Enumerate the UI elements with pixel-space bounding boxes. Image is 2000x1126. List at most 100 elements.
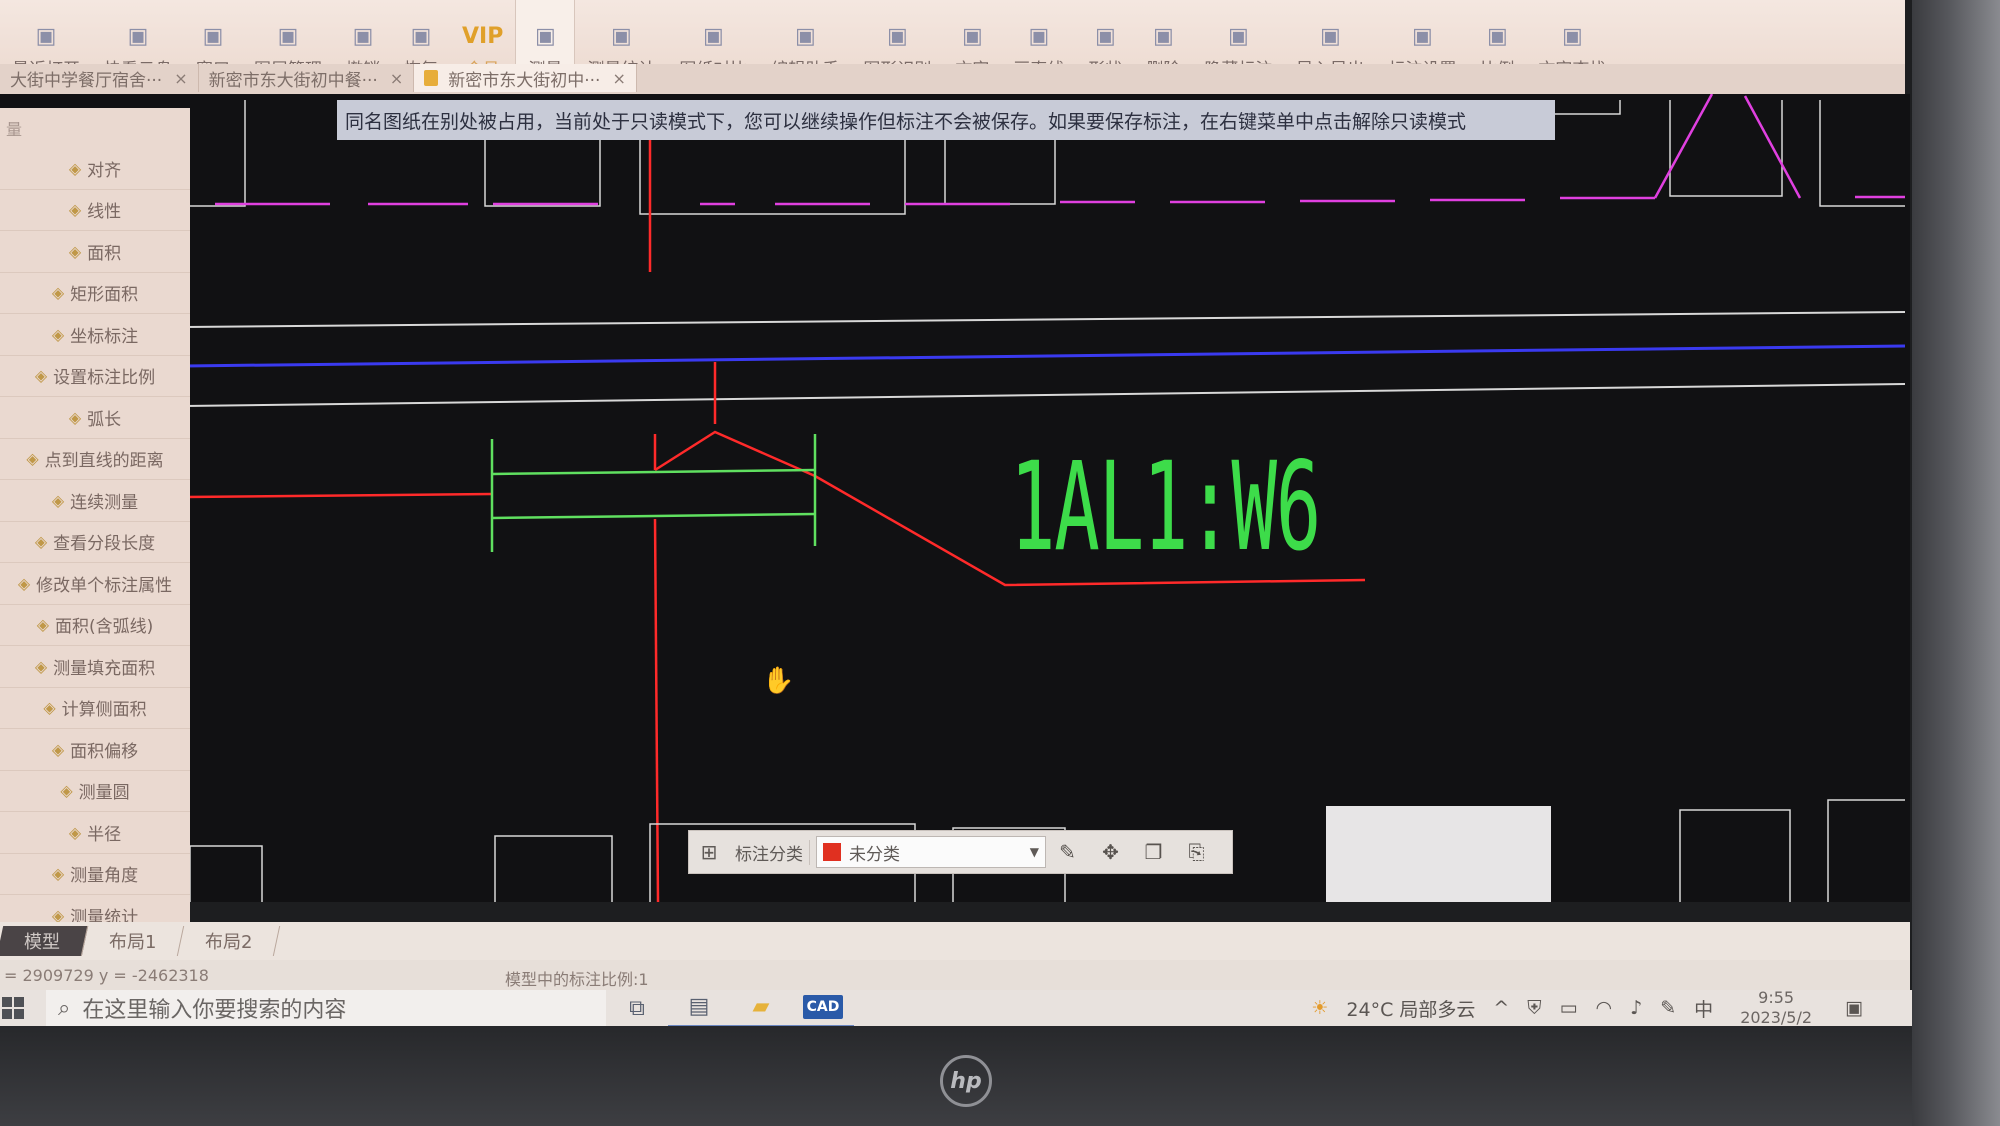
panel-item[interactable]: ◈ 线性 [0, 190, 190, 231]
document-tab[interactable]: 大街中学餐厅宿舍··· × [0, 64, 199, 92]
category-value: 未分类 [849, 844, 900, 865]
panel-item[interactable]: ◈ 修改单个标注属性 [0, 563, 190, 605]
wifi-icon[interactable]: ◠ [1596, 997, 1613, 1019]
panel-item[interactable]: ◈ 连续测量 [0, 480, 190, 522]
layout-tab[interactable]: 布局2 [178, 926, 282, 956]
red-pipe-left [184, 492, 493, 499]
panel-item[interactable]: ◈ 设置标注比例 [0, 356, 190, 397]
file-explorer-icon[interactable]: ▰ [730, 989, 792, 1026]
task-view-icon[interactable]: ⧉ [606, 990, 668, 1026]
layout-tab-label: 布局1 [109, 932, 157, 953]
clock[interactable]: 9:55 2023/5/2 [1740, 988, 1812, 1026]
panel-item[interactable]: ◈ 矩形面积 [0, 273, 190, 314]
panel-item[interactable]: ◈ 查看分段长度 [0, 522, 190, 563]
grid-icon[interactable]: ⊞ [689, 840, 729, 864]
annotation-category-label: 标注分类 [729, 839, 810, 865]
shape-icon: ▣ [1094, 24, 1116, 49]
panel-item-label: 面积 [87, 243, 122, 264]
close-icon[interactable]: × [390, 69, 403, 88]
annotation-category-bar: ⊞ 标注分类 未分类 ▼ ✎ ✥ ❐ ⎘ [688, 830, 1233, 874]
wall-line-lower [184, 383, 1906, 407]
chevron-up-icon[interactable]: ^ [1493, 997, 1509, 1019]
close-icon[interactable]: × [174, 69, 187, 88]
measure-tool-icon: ◈ [51, 490, 65, 510]
paste-icon[interactable]: ⎘ [1175, 840, 1218, 864]
measure-tool-icon: ◈ [68, 200, 82, 220]
panel-item[interactable]: ◈ 测量圆 [0, 771, 190, 812]
panel-item-label: 测量角度 [70, 866, 139, 887]
panel-item-label: 面积(含弧线) [55, 617, 154, 638]
panel-item-label: 测量填充面积 [53, 658, 156, 679]
edit-assist-icon: ▣ [794, 24, 816, 49]
cad-app-icon[interactable]: CAD [792, 989, 854, 1026]
document-tab[interactable]: 新密市东大街初中··· × [414, 64, 637, 92]
layout-tab-label: 模型 [24, 932, 60, 953]
clock-icon: ▣ [35, 24, 57, 49]
copy-icon[interactable]: ❐ [1132, 840, 1175, 864]
annotation-settings-icon: ▣ [1411, 24, 1433, 49]
panel-header: 量 [6, 120, 23, 139]
document-tab[interactable]: 新密市东大街初中餐··· × [199, 64, 415, 92]
find-text-icon: ▣ [1561, 24, 1583, 49]
panel-item-label: 线性 [87, 202, 122, 223]
panel-item-label: 面积偏移 [70, 741, 139, 762]
layout-tab[interactable]: 模型 [0, 926, 89, 956]
panel-item-label: 查看分段长度 [53, 534, 156, 555]
shape-recognition-icon: ▣ [886, 24, 908, 49]
panel-item[interactable]: ◈ 面积(含弧线) [0, 605, 190, 646]
drawing-canvas[interactable]: 1AL1:W6 ✋ [0, 94, 1910, 902]
category-select[interactable]: 未分类 ▼ [816, 836, 1046, 868]
panel-item[interactable]: ◈ 点到直线的距离 [0, 439, 190, 480]
measure-tool-icon: ◈ [60, 781, 73, 801]
notification-icon[interactable]: ▣ [1845, 997, 1863, 1019]
monitor-bezel-right [1912, 0, 2000, 1126]
taskbar-search[interactable]: ⌕ 在这里输入你要搜索的内容 [46, 990, 606, 1026]
text-icon: ▣ [961, 24, 983, 49]
move-icon[interactable]: ✥ [1089, 840, 1132, 864]
panel-item[interactable]: ◈ 半径 [0, 812, 190, 854]
search-placeholder: 在这里输入你要搜索的内容 [82, 998, 347, 1023]
hand-cursor-icon: ✋ [762, 666, 795, 696]
panel-item-label: 修改单个标注属性 [36, 575, 173, 596]
panel-item[interactable]: ◈ 计算侧面积 [0, 688, 190, 729]
panel-item[interactable]: ◈ 测量角度 [0, 854, 190, 895]
clock-time: 9:55 [1758, 988, 1795, 1007]
shield-icon[interactable]: ⛨ [1527, 997, 1541, 1019]
weather-icon: ☀ [1311, 997, 1329, 1019]
pen-icon[interactable]: ✎ [1660, 997, 1676, 1019]
cad-drawing [180, 94, 1906, 902]
measure-tool-icon: ◈ [51, 739, 65, 759]
measure-tool-icon: ◈ [68, 407, 82, 427]
tab-label: 新密市东大街初中餐··· [208, 70, 378, 91]
category-color-swatch [823, 843, 841, 861]
panel-item-label: 计算侧面积 [61, 700, 147, 721]
panel-item[interactable]: ◈ 测量填充面积 [0, 646, 190, 688]
windows-start-icon[interactable] [2, 997, 24, 1019]
lock-icon [424, 70, 439, 86]
panel-item[interactable]: ◈ 面积 [0, 231, 190, 273]
white-block [1326, 806, 1551, 902]
weather-text[interactable]: 24°C 局部多云 [1346, 995, 1475, 1022]
hp-logo-icon: hp [940, 1055, 992, 1107]
measure-tool-icon: ◈ [68, 241, 82, 261]
battery-icon[interactable]: ▭ [1560, 997, 1578, 1019]
system-tray: ☀ 24°C 局部多云 ^ ⛨ ▭ ◠ ♪ ✎ 中 9:55 2023/5/2 … [1302, 988, 1872, 1026]
wall-line-upper [184, 311, 1906, 328]
import-export-icon: ▣ [1319, 24, 1341, 49]
panel-item[interactable]: ◈ 面积偏移 [0, 729, 190, 771]
panel-item[interactable]: ◈ 对齐 [0, 148, 190, 190]
ime-indicator[interactable]: 中 [1694, 995, 1713, 1022]
hide-annotation-icon: ▣ [1227, 24, 1249, 49]
tab-label: 新密市东大街初中··· [448, 70, 601, 91]
volume-icon[interactable]: ♪ [1630, 997, 1642, 1019]
panel-item[interactable]: ◈ 弧长 [0, 397, 190, 439]
layout-tab[interactable]: 布局1 [81, 926, 185, 956]
close-icon[interactable]: × [612, 69, 625, 88]
circuit-label: 1AL1:W6 [1010, 436, 1321, 578]
edit-icon[interactable]: ✎ [1046, 840, 1089, 864]
panel-item[interactable]: ◈ 坐标标注 [0, 314, 190, 356]
notes-app-icon[interactable]: ▤ [668, 989, 730, 1026]
panel-item-label: 对齐 [87, 160, 122, 181]
chevron-down-icon: ▼ [1029, 845, 1039, 859]
panel-item-label: 矩形面积 [70, 285, 139, 306]
